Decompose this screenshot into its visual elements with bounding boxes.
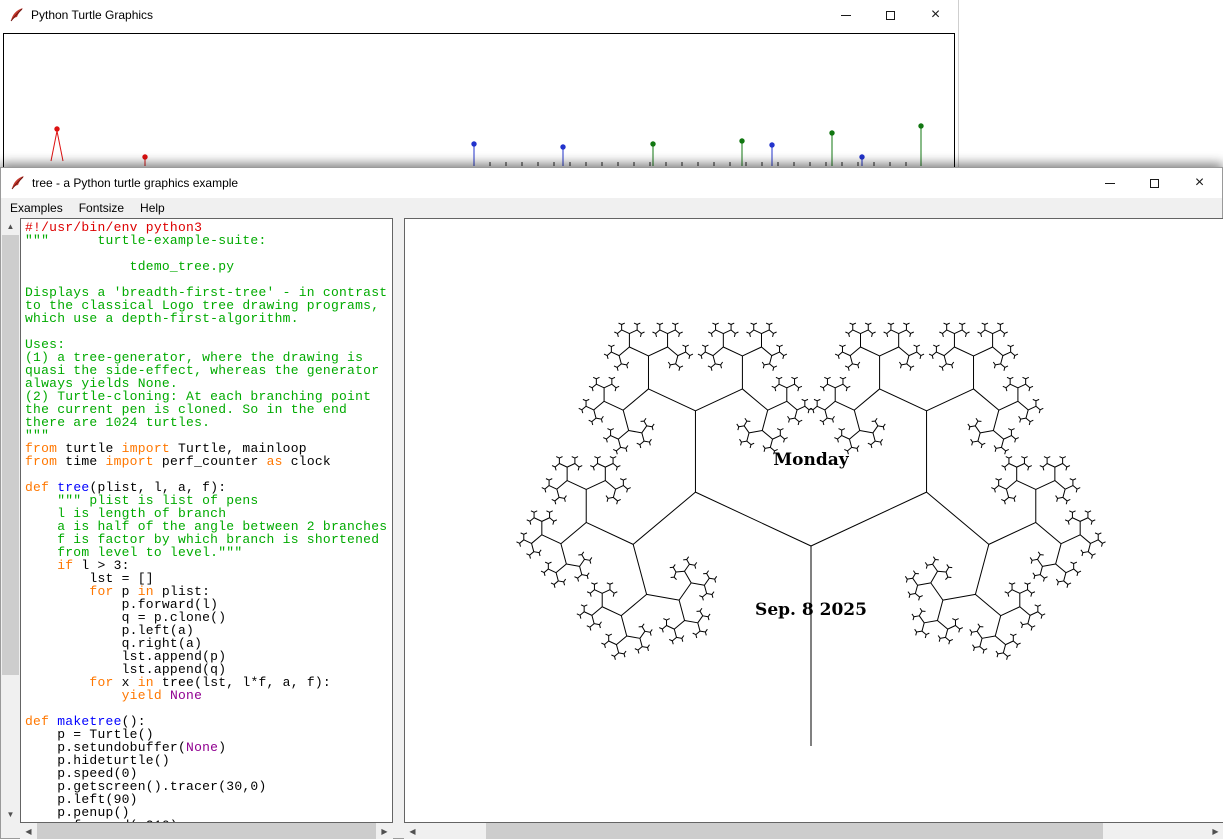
scroll-up-button[interactable]: ▲ (2, 218, 19, 235)
bg-window: Python Turtle Graphics × (0, 0, 959, 185)
right-arrow-icon: ▶ (1212, 828, 1218, 836)
svg-text:Monday: Monday (773, 450, 849, 470)
menu-help[interactable]: Help (132, 198, 173, 218)
svg-text:Sep. 8 2025: Sep. 8 2025 (755, 600, 867, 620)
bg-window-controls: × (823, 0, 958, 30)
up-arrow-icon: ▲ (7, 223, 15, 231)
scroll-left-button[interactable]: ◀ (20, 823, 37, 839)
bg-window-title: Python Turtle Graphics (31, 8, 153, 22)
code-horizontal-scrollbar[interactable]: ◀ ▶ (20, 823, 393, 839)
bg-minimize-button[interactable] (823, 0, 868, 30)
app-feather-icon (10, 175, 26, 191)
left-arrow-icon: ◀ (25, 828, 31, 836)
right-arrow-icon: ▶ (381, 828, 387, 836)
turtle-canvas-svg: Monday Sep. 8 2025 (405, 219, 1223, 822)
canvas-hscroll-thumb[interactable] (486, 823, 1103, 839)
scroll-right-button[interactable]: ▶ (376, 823, 393, 839)
fg-close-button[interactable]: × (1177, 168, 1222, 198)
fg-window-title: tree - a Python turtle graphics example (32, 176, 238, 190)
fg-window: tree - a Python turtle graphics example … (0, 167, 1223, 839)
fg-window-titlebar[interactable]: tree - a Python turtle graphics example … (1, 168, 1222, 198)
turtle-canvas: Monday Sep. 8 2025 (404, 218, 1223, 823)
fg-minimize-button[interactable] (1087, 168, 1132, 198)
code-text: #!/usr/bin/env python3""" turtle-example… (21, 219, 392, 823)
maximize-icon (886, 11, 895, 20)
menubar: Examples Fontsize Help (1, 198, 1222, 218)
left-arrow-icon: ◀ (409, 828, 415, 836)
scroll-down-button[interactable]: ▼ (2, 806, 19, 823)
code-vscroll-thumb[interactable] (2, 235, 19, 675)
code-editor[interactable]: #!/usr/bin/env python3""" turtle-example… (20, 218, 393, 823)
bg-canvas-svg (4, 34, 954, 182)
code-vertical-scrollbar[interactable]: ▲ ▼ (2, 218, 19, 823)
app-feather-icon (9, 7, 25, 23)
minimize-icon (841, 15, 851, 16)
minimize-icon (1105, 183, 1115, 184)
bg-window-titlebar[interactable]: Python Turtle Graphics × (0, 0, 958, 30)
fg-window-controls: × (1087, 168, 1222, 198)
scroll-left-button[interactable]: ◀ (404, 823, 421, 839)
scroll-right-button[interactable]: ▶ (1207, 823, 1223, 839)
close-icon: × (931, 7, 940, 23)
menu-examples[interactable]: Examples (2, 198, 71, 218)
code-hscroll-thumb[interactable] (37, 823, 376, 839)
bg-maximize-button[interactable] (868, 0, 913, 30)
close-icon: × (1195, 175, 1204, 191)
bg-turtle-canvas (3, 33, 955, 183)
menu-fontsize[interactable]: Fontsize (71, 198, 132, 218)
bg-close-button[interactable]: × (913, 0, 958, 30)
maximize-icon (1150, 179, 1159, 188)
down-arrow-icon: ▼ (7, 811, 15, 819)
canvas-horizontal-scrollbar[interactable]: ◀ ▶ (404, 823, 1223, 839)
fg-maximize-button[interactable] (1132, 168, 1177, 198)
